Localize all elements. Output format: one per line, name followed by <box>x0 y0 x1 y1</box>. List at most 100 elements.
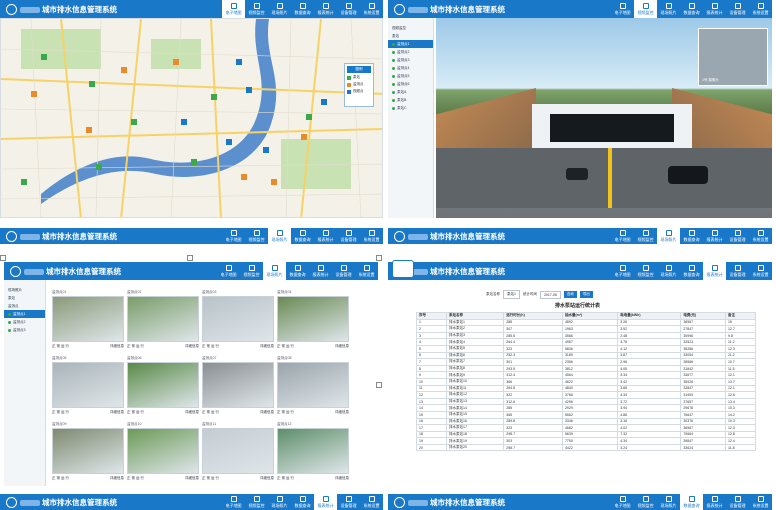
detail-link[interactable]: 详细信息 <box>185 476 199 481</box>
map-canvas[interactable] <box>1 19 383 218</box>
site-photo[interactable] <box>277 296 349 342</box>
photo-card[interactable]: 监测点10 正 常 运 行详细信息 <box>127 422 199 486</box>
nav-item-video[interactable]: 视频监控 <box>240 262 263 280</box>
table-row[interactable]: 8 排水泵站8 293.5 3812 4.05 31842 11.5 <box>416 364 757 373</box>
sidebar-item[interactable]: 监测点6 <box>388 80 433 88</box>
table-row[interactable]: 12 排水泵站12 322 3766 4.34 31953 12.6 <box>416 391 757 399</box>
nav-item-query[interactable]: 数据查询 <box>680 262 703 280</box>
nav-item-video[interactable]: 视频监控 <box>245 228 268 244</box>
nav-item-photos[interactable]: 现场照片 <box>657 262 680 280</box>
nav-item-devices[interactable]: 设备管理 <box>726 228 749 244</box>
nav-item-map[interactable]: 电子地图 <box>217 262 240 280</box>
nav-item-report[interactable]: 报表统计 <box>703 262 726 280</box>
site-photo[interactable] <box>52 362 124 408</box>
photo-card[interactable]: 监测点02 正 常 运 行详细信息 <box>127 290 199 354</box>
nav-item-report[interactable]: 报表统计 <box>703 228 726 244</box>
sidebar-item[interactable]: 监测点2 <box>4 318 45 326</box>
nav-item-map[interactable]: 电子地图 <box>222 494 245 510</box>
video-feed[interactable]: 1号 摄像头 <box>436 18 772 218</box>
nav-item-query[interactable]: 数据查询 <box>291 0 314 18</box>
nav-item-query[interactable]: 数据查询 <box>291 228 314 244</box>
nav-item-map[interactable]: 电子地图 <box>222 228 245 244</box>
nav-item-report[interactable]: 报表统计 <box>314 0 337 18</box>
sidebar-item[interactable]: 监测点3 <box>4 326 45 334</box>
nav-item-video[interactable]: 视频监控 <box>245 0 268 18</box>
photo-card[interactable]: 监测点06 正 常 运 行详细信息 <box>127 356 199 420</box>
nav-item-query[interactable]: 数据查询 <box>286 262 309 280</box>
nav-item-settings[interactable]: 系统设置 <box>749 228 772 244</box>
nav-item-settings[interactable]: 系统设置 <box>749 0 772 18</box>
photo-card[interactable]: 监测点12 正 常 运 行详细信息 <box>277 422 349 486</box>
nav-item-report[interactable]: 报表统计 <box>703 0 726 18</box>
detail-link[interactable]: 详细信息 <box>110 410 124 415</box>
nav-item-devices[interactable]: 设备管理 <box>332 262 355 280</box>
nav-item-video[interactable]: 视频监控 <box>634 228 657 244</box>
nav-item-photos[interactable]: 现场照片 <box>657 0 680 18</box>
table-row[interactable]: 9 排水泵站9 312.4 4564 3.34 33677 12.1 <box>416 371 757 379</box>
nav-item-photos[interactable]: 现场照片 <box>268 228 291 244</box>
nav-item-report[interactable]: 报表统计 <box>314 494 337 510</box>
city-map[interactable]: 图例 泵站 监测点 视频点 <box>0 18 383 218</box>
sidebar-item[interactable]: 监测点5 <box>388 72 433 80</box>
nav-item-photos[interactable]: 现场照片 <box>263 262 286 280</box>
table-row[interactable]: 13 排水泵站13 312.6 4296 3.72 37657 13.4 <box>416 397 757 406</box>
month-select[interactable]: 2017-06 <box>539 290 561 299</box>
table-row[interactable]: 11 排水泵站11 264.8 4840 3.68 32847 12.1 <box>416 384 757 393</box>
nav-item-query[interactable]: 数据查询 <box>291 494 314 510</box>
nav-item-report[interactable]: 报表统计 <box>314 228 337 244</box>
nav-item-settings[interactable]: 系统设置 <box>749 494 772 510</box>
nav-item-settings[interactable]: 系统设置 <box>360 228 383 244</box>
nav-item-devices[interactable]: 设备管理 <box>337 0 360 18</box>
pip-camera-view[interactable]: 1号 摄像头 <box>698 28 768 86</box>
selection-handle[interactable] <box>376 382 382 388</box>
site-photo[interactable] <box>277 362 349 408</box>
nav-item-query[interactable]: 数据查询 <box>680 494 703 510</box>
nav-item-video[interactable]: 视频监控 <box>634 494 657 510</box>
site-photo[interactable] <box>202 362 274 408</box>
sidebar-item[interactable]: 泵站B <box>388 96 433 104</box>
nav-item-video[interactable]: 视频监控 <box>245 494 268 510</box>
table-row[interactable]: 20 排水泵站20 298.7 4422 3.24 33624 11.8 <box>416 443 757 452</box>
nav-item-report[interactable]: 报表统计 <box>703 494 726 510</box>
station-select[interactable]: 泵站1 <box>503 290 520 299</box>
detail-link[interactable]: 详细信息 <box>260 410 274 415</box>
nav-item-devices[interactable]: 设备管理 <box>337 228 360 244</box>
sidebar-item[interactable]: 视频监控 <box>388 24 433 32</box>
nav-item-map[interactable]: 电子地图 <box>611 494 634 510</box>
nav-item-settings[interactable]: 系统设置 <box>360 0 383 18</box>
sidebar-item-active[interactable]: 监测点1 <box>388 40 433 48</box>
nav-item-photos[interactable]: 现场照片 <box>268 0 291 18</box>
table-row[interactable]: 6 排水泵站6 252.3 3189 3.87 33094 11.2 <box>416 351 757 360</box>
nav-item-video[interactable]: 视频监控 <box>634 262 657 280</box>
nav-item-devices[interactable]: 设备管理 <box>337 494 360 510</box>
sidebar-item[interactable]: 泵站 <box>388 32 433 40</box>
sidebar-item[interactable]: 监测点2 <box>388 48 433 56</box>
nav-item-map[interactable]: 电子地图 <box>611 228 634 244</box>
sidebar-item[interactable]: 现场照片 <box>4 286 45 294</box>
photo-card[interactable]: 监测点04 正 常 运 行详细信息 <box>277 290 349 354</box>
selection-handle[interactable] <box>187 255 193 261</box>
detail-link[interactable]: 详细信息 <box>185 410 199 415</box>
site-photo[interactable] <box>52 428 124 474</box>
sidebar-item[interactable]: 泵站 <box>4 294 45 302</box>
detail-link[interactable]: 详细信息 <box>335 476 349 481</box>
sidebar-item[interactable]: 泵站A <box>388 88 433 96</box>
detail-link[interactable]: 详细信息 <box>185 344 199 349</box>
detail-link[interactable]: 详细信息 <box>260 476 274 481</box>
nav-item-video[interactable]: 视频监控 <box>634 0 657 18</box>
detail-link[interactable]: 详细信息 <box>335 344 349 349</box>
table-row[interactable]: 19 排水泵站19 303 7750 4.34 39847 12.4 <box>416 437 757 445</box>
nav-item-photos[interactable]: 现场照片 <box>268 494 291 510</box>
sidebar-item[interactable]: 监测点3 <box>388 56 433 64</box>
nav-item-devices[interactable]: 设备管理 <box>726 0 749 18</box>
detail-link[interactable]: 详细信息 <box>110 344 124 349</box>
table-row[interactable]: 2 排水泵站2 307 1963 3.52 27847 12.7 <box>416 325 757 333</box>
selection-handle[interactable] <box>376 255 382 261</box>
nav-item-map[interactable]: 电子地图 <box>611 262 634 280</box>
site-photo[interactable] <box>52 296 124 342</box>
table-row[interactable]: 18 排水泵站18 298.7 5639 7.32 79664 12.8 <box>416 430 757 439</box>
table-row[interactable]: 10 排水泵站10 366 4622 3.42 35926 13.7 <box>416 377 757 386</box>
nav-item-photos[interactable]: 现场照片 <box>657 494 680 510</box>
nav-item-settings[interactable]: 系统设置 <box>355 262 378 280</box>
table-row[interactable]: 15 排水泵站15 365 5562 4.88 76647 14.2 <box>416 410 757 419</box>
